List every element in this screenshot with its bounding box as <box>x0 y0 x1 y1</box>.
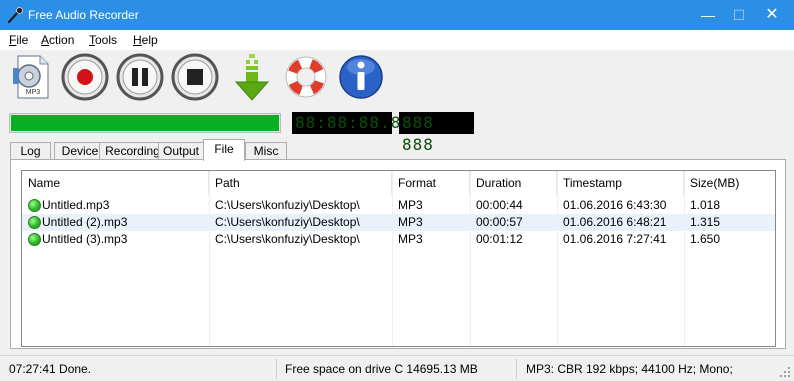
extra-display: 888 888 <box>399 112 474 154</box>
mp3-settings-icon[interactable]: MP3 <box>8 52 56 102</box>
cell-name: Untitled (2).mp3 <box>42 215 128 229</box>
progress-row: 88:88:88.88 888 888 <box>0 104 794 154</box>
cell-name: Untitled (3).mp3 <box>42 232 128 246</box>
cell-size: 1.650 <box>690 232 721 246</box>
tab-log[interactable]: Log <box>10 142 51 160</box>
info-icon[interactable] <box>337 52 385 102</box>
status-free-space: Free space on drive C 14695.13 MB <box>285 362 478 376</box>
tab-file[interactable]: File <box>203 139 245 161</box>
status-format-info: MP3: CBR 192 kbps; 44100 Hz; Mono; <box>526 362 733 376</box>
cell-size: 1.018 <box>690 198 721 212</box>
status-divider <box>516 359 517 379</box>
column-header-size[interactable]: Size(MB) <box>684 171 775 195</box>
cell-size: 1.315 <box>690 215 721 229</box>
microphone-app-icon <box>7 7 23 24</box>
menu-action[interactable]: Action <box>41 33 74 47</box>
stop-icon[interactable] <box>171 52 219 102</box>
cell-duration: 00:01:12 <box>476 232 523 246</box>
column-header-timestamp[interactable]: Timestamp <box>557 171 684 195</box>
level-meter-fill <box>11 115 279 131</box>
column-header-format[interactable]: Format <box>392 171 470 195</box>
title-bar: Free Audio Recorder — ☐ ✕ <box>0 0 794 30</box>
close-button[interactable]: ✕ <box>750 0 794 30</box>
menu-help[interactable]: Help <box>133 33 158 47</box>
column-header-duration[interactable]: Duration <box>470 171 557 195</box>
timer-display: 88:88:88.88 <box>292 112 411 134</box>
cell-path: C:\Users\konfuziy\Desktop\ <box>215 215 360 229</box>
table-row[interactable]: Untitled (3).mp3 C:\Users\konfuziy\Deskt… <box>22 231 775 248</box>
table-row[interactable]: Untitled (2).mp3 C:\Users\konfuziy\Deskt… <box>22 214 775 231</box>
toolbar: MP3 <box>0 50 794 104</box>
tab-recording[interactable]: Recording <box>99 142 166 160</box>
cell-duration: 00:00:44 <box>476 198 523 212</box>
pause-icon[interactable] <box>116 52 164 102</box>
record-icon[interactable] <box>61 52 109 102</box>
column-header-path[interactable]: Path <box>209 171 392 195</box>
cell-timestamp: 01.06.2016 6:48:21 <box>563 215 667 229</box>
menu-file[interactable]: File <box>9 33 28 47</box>
mp3-icon-label: MP3 <box>26 89 41 96</box>
status-log: 07:27:41 Done. <box>9 362 92 376</box>
level-meter <box>9 113 281 133</box>
cell-duration: 00:00:57 <box>476 215 523 229</box>
tab-misc[interactable]: Misc <box>245 142 287 160</box>
resize-grip-icon[interactable] <box>779 366 791 378</box>
status-bar: 07:27:41 Done. Free space on drive C 146… <box>0 355 794 381</box>
file-tab-panel: Name Path Format Duration Timestamp Size… <box>10 159 786 349</box>
tab-output[interactable]: Output <box>158 142 204 160</box>
table-row[interactable]: Untitled.mp3 C:\Users\konfuziy\Desktop\ … <box>22 197 775 214</box>
cell-path: C:\Users\konfuziy\Desktop\ <box>215 198 360 212</box>
menu-bar: File Action Tools Help <box>0 30 794 50</box>
cell-format: MP3 <box>398 232 423 246</box>
cell-format: MP3 <box>398 198 423 212</box>
status-divider <box>276 359 277 379</box>
cell-format: MP3 <box>398 215 423 229</box>
file-list[interactable]: Name Path Format Duration Timestamp Size… <box>21 170 776 347</box>
cell-timestamp: 01.06.2016 7:27:41 <box>563 232 667 246</box>
window-title: Free Audio Recorder <box>28 8 139 22</box>
column-header-name[interactable]: Name <box>22 171 209 195</box>
cell-path: C:\Users\konfuziy\Desktop\ <box>215 232 360 246</box>
lifebuoy-help-icon[interactable] <box>282 52 330 102</box>
cell-name: Untitled.mp3 <box>42 198 110 212</box>
menu-tools[interactable]: Tools <box>89 33 117 47</box>
cell-timestamp: 01.06.2016 6:43:30 <box>563 198 667 212</box>
download-arrow-icon[interactable] <box>228 52 276 102</box>
